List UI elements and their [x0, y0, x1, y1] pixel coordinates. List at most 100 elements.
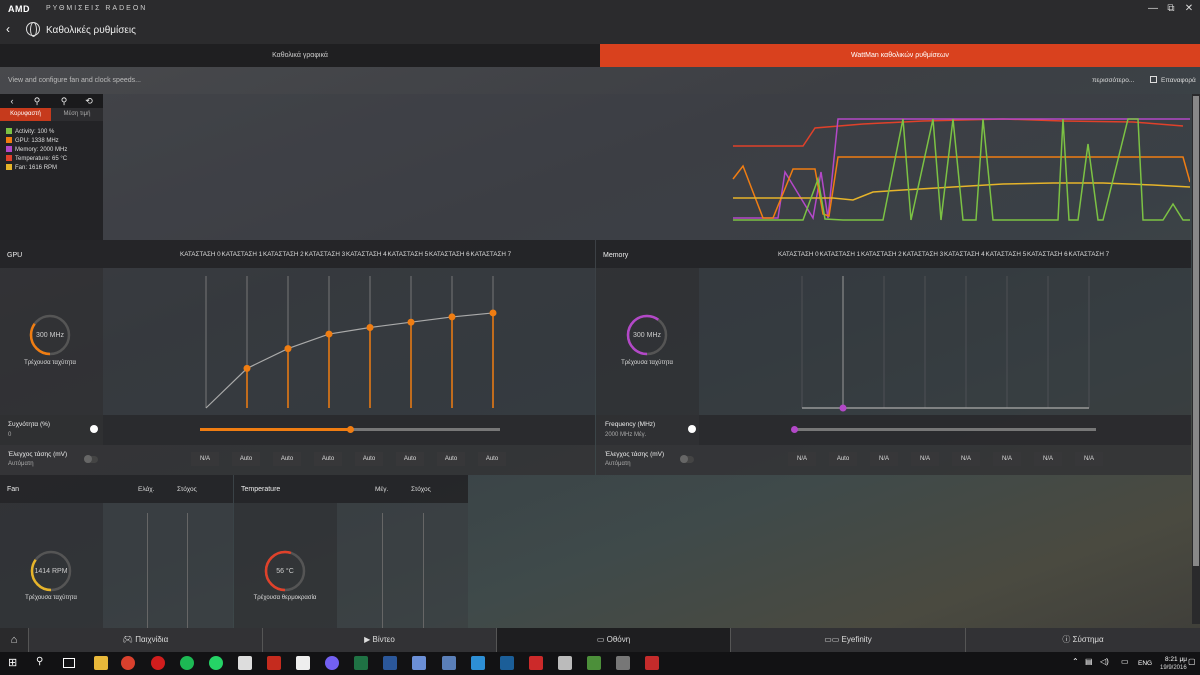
memory-slider-handle[interactable] [791, 426, 798, 433]
bottom-nav-video[interactable]: ▶ Βίντεο [262, 628, 496, 652]
windows-start-icon[interactable]: ⊞ [8, 657, 20, 669]
voltage-value-box[interactable]: N/A [952, 452, 980, 466]
checkbox-icon[interactable] [6, 128, 12, 134]
opera-icon[interactable] [151, 656, 165, 670]
steam-icon[interactable] [500, 656, 514, 670]
close-button[interactable]: ✕ [1182, 3, 1196, 15]
peak-button[interactable]: Κορυφαστή [0, 108, 51, 121]
voltage-value-box[interactable]: Auto [314, 452, 342, 466]
legend-activity[interactable]: Activity: 100 % [6, 128, 54, 135]
chrome-icon[interactable] [121, 656, 135, 670]
clock-time[interactable]: 8:21 μμ [1165, 656, 1187, 663]
memory-state-headers: ΚΑΤΑΣΤΑΣΗ 0 ΚΑΤΑΣΤΑΣΗ 1 ΚΑΤΑΣΤΑΣΗ 2 ΚΑΤΑΣΤΑ… [778, 251, 1123, 261]
globe-icon [26, 22, 40, 37]
clock-date[interactable]: 19/9/2016 [1160, 665, 1187, 671]
reset-button[interactable]: Επαναφορά [1161, 77, 1196, 84]
spotify-icon[interactable] [180, 656, 194, 670]
memory-frequency-toggle[interactable] [682, 425, 696, 433]
home-icon[interactable]: ⌂ [0, 628, 28, 652]
memory-frequency-slider[interactable] [794, 428, 1096, 431]
voltage-value-box[interactable]: N/A [911, 452, 939, 466]
voltage-value-box[interactable]: N/A [191, 452, 219, 466]
average-button[interactable]: Μέση τιμή [51, 108, 103, 121]
state-point [839, 404, 847, 412]
app-icon[interactable] [529, 656, 543, 670]
temperature-max-track[interactable] [382, 513, 383, 628]
keyboard-icon[interactable]: ▭ [1121, 657, 1129, 666]
app-icon[interactable] [587, 656, 601, 670]
legend-gpu[interactable]: GPU: 1338 MHz [6, 137, 59, 144]
app-icon[interactable] [616, 656, 630, 670]
bottom-nav-eyefinity[interactable]: ▭▭ Eyefinity [730, 628, 965, 652]
maximize-button[interactable]: ⧉ [1164, 3, 1178, 15]
word-icon[interactable] [383, 656, 397, 670]
gamepad-icon: 🎮︎ [122, 635, 136, 644]
legend-fan[interactable]: Fan: 1616 RPM [6, 164, 57, 171]
collapse-icon[interactable]: ‹ [5, 95, 19, 107]
virtualbox-icon[interactable] [442, 656, 456, 670]
slider-handle[interactable] [347, 426, 354, 433]
legend-memory[interactable]: Memory: 2000 MHz [6, 146, 67, 153]
notifications-icon[interactable]: ▢ [1188, 657, 1196, 666]
voltage-value-box[interactable]: N/A [870, 452, 898, 466]
voltage-value-box[interactable]: Auto [829, 452, 857, 466]
app-icon[interactable] [412, 656, 426, 670]
nav-bar [0, 18, 1200, 44]
voltage-value-box[interactable]: Auto [396, 452, 424, 466]
app-name: ΡΥΘΜΙΣΕΙΣ RADEON [46, 5, 148, 12]
memory-voltage-label: Έλεγχος τάσης (mV) [605, 451, 665, 458]
voltage-value-box[interactable]: Auto [478, 452, 506, 466]
voltage-value-box[interactable]: Auto [273, 452, 301, 466]
language-indicator[interactable]: ENG [1138, 660, 1152, 667]
back-button[interactable]: ‹ [6, 22, 10, 36]
whatsapp-icon[interactable] [209, 656, 223, 670]
minimize-button[interactable]: — [1146, 3, 1160, 15]
app-icon[interactable] [471, 656, 485, 670]
tab-wattman-global[interactable]: WattMan καθολικών ρυθμίσεων [600, 44, 1200, 67]
fan-min-track[interactable] [147, 513, 148, 628]
voltage-value-box[interactable]: N/A [993, 452, 1021, 466]
filezilla-icon[interactable] [267, 656, 281, 670]
voltage-value-box[interactable]: N/A [788, 452, 816, 466]
task-view-icon[interactable] [63, 658, 75, 668]
checkbox-icon[interactable] [6, 155, 12, 161]
voltage-value-box[interactable]: N/A [1075, 452, 1103, 466]
network-icon[interactable]: ▤ [1085, 657, 1093, 666]
radeon-icon[interactable] [645, 656, 659, 670]
fan-target-track[interactable] [187, 513, 188, 628]
app-icon[interactable] [558, 656, 572, 670]
reset-zoom-icon[interactable]: ⟲ [82, 95, 96, 107]
volume-icon[interactable]: ◁) [1100, 657, 1109, 666]
bottom-nav-display[interactable]: ▭ Οθόνη [496, 628, 730, 652]
search-icon[interactable]: ⚲ [36, 656, 43, 667]
checkbox-icon[interactable] [6, 146, 12, 152]
memory-voltage-toggle[interactable] [680, 455, 694, 463]
play-icon: ▶ [364, 635, 373, 644]
gpu-voltage-toggle[interactable] [84, 455, 98, 463]
voltage-value-box[interactable]: Auto [355, 452, 383, 466]
tab-global-graphics[interactable]: Καθολικά γραφικά [0, 44, 600, 67]
voltage-value-box[interactable]: N/A [1034, 452, 1062, 466]
legend-temperature[interactable]: Temperature: 65 °C [6, 155, 67, 162]
bottom-nav-games[interactable]: 🎮︎ Παιχνίδια [28, 628, 262, 652]
zoom-out-icon[interactable]: ⚲ [57, 95, 71, 107]
checkbox-icon[interactable] [6, 137, 12, 143]
bottom-nav-system[interactable]: ⓘ Σύστημα [965, 628, 1200, 652]
more-link[interactable]: περισσότερο... [1092, 77, 1134, 84]
temperature-target-track[interactable] [423, 513, 424, 628]
voltage-value-box[interactable]: Auto [437, 452, 465, 466]
calculator-icon[interactable] [238, 656, 252, 670]
clapper-icon[interactable] [296, 656, 310, 670]
zoom-in-icon[interactable]: ⚲ [30, 95, 44, 107]
scrollbar-thumb[interactable] [1193, 96, 1199, 566]
gpu-frequency-slider[interactable] [200, 426, 500, 433]
excel-icon[interactable] [354, 656, 368, 670]
state-point [407, 318, 415, 326]
viber-icon[interactable] [325, 656, 339, 670]
tray-chevron-icon[interactable]: ⌃ [1072, 657, 1079, 666]
voltage-value-box[interactable]: Auto [232, 452, 260, 466]
gpu-frequency-toggle[interactable] [84, 425, 98, 433]
file-explorer-icon[interactable] [94, 656, 108, 670]
reset-icon[interactable] [1150, 76, 1157, 83]
checkbox-icon[interactable] [6, 164, 12, 170]
